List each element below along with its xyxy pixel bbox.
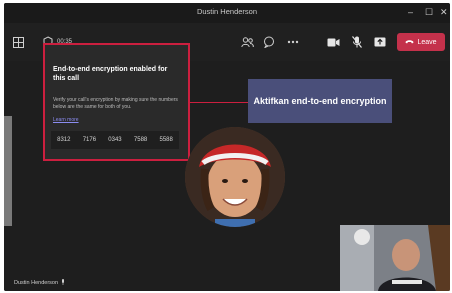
encryption-popup: End-to-end encryption enabled for this c… <box>43 43 190 161</box>
callout-text: Aktifkan end-to-end encryption <box>253 96 387 106</box>
verification-codes: 8312 7176 0343 7588 5588 <box>51 131 179 149</box>
code-2: 7176 <box>82 137 97 143</box>
window-title: Dustin Henderson <box>196 7 258 16</box>
code-4: 7588 <box>133 137 148 143</box>
mic-icon <box>61 279 65 287</box>
chat-icon[interactable] <box>263 36 275 48</box>
participant-avatar <box>185 127 285 227</box>
callout-connector-line <box>190 102 248 103</box>
leave-label: Leave <box>417 38 437 46</box>
people-icon[interactable] <box>240 36 254 48</box>
code-5: 5588 <box>159 137 173 143</box>
leave-button[interactable]: Leave <box>397 33 445 51</box>
encryption-description: Verify your call's encryption by making … <box>53 97 178 110</box>
grid-icon[interactable] <box>12 36 24 48</box>
title-bar: Dustin Henderson – ☐ ✕ <box>4 3 450 23</box>
maximize-button[interactable]: ☐ <box>425 6 433 18</box>
learn-more-link[interactable]: Learn more <box>53 117 79 123</box>
code-3: 0343 <box>108 137 122 143</box>
share-icon[interactable] <box>374 36 386 48</box>
teams-call-window: Dustin Henderson – ☐ ✕ 00:35 Leave End-t… <box>4 3 450 291</box>
participant-name: Dustin Henderson <box>14 280 59 286</box>
self-view-video <box>340 225 450 291</box>
more-icon[interactable] <box>287 36 299 48</box>
encryption-title: End-to-end encryption enabled for this c… <box>53 66 168 82</box>
phone-icon <box>405 39 414 46</box>
side-video-strip <box>4 116 12 226</box>
annotation-callout: Aktifkan end-to-end encryption <box>248 79 392 123</box>
minimize-button[interactable]: – <box>408 6 413 18</box>
code-1: 8312 <box>57 137 71 143</box>
mic-off-icon[interactable] <box>351 36 362 48</box>
close-button[interactable]: ✕ <box>440 6 448 18</box>
participant-name-label: Dustin Henderson <box>14 279 65 287</box>
camera-icon[interactable] <box>327 36 340 48</box>
